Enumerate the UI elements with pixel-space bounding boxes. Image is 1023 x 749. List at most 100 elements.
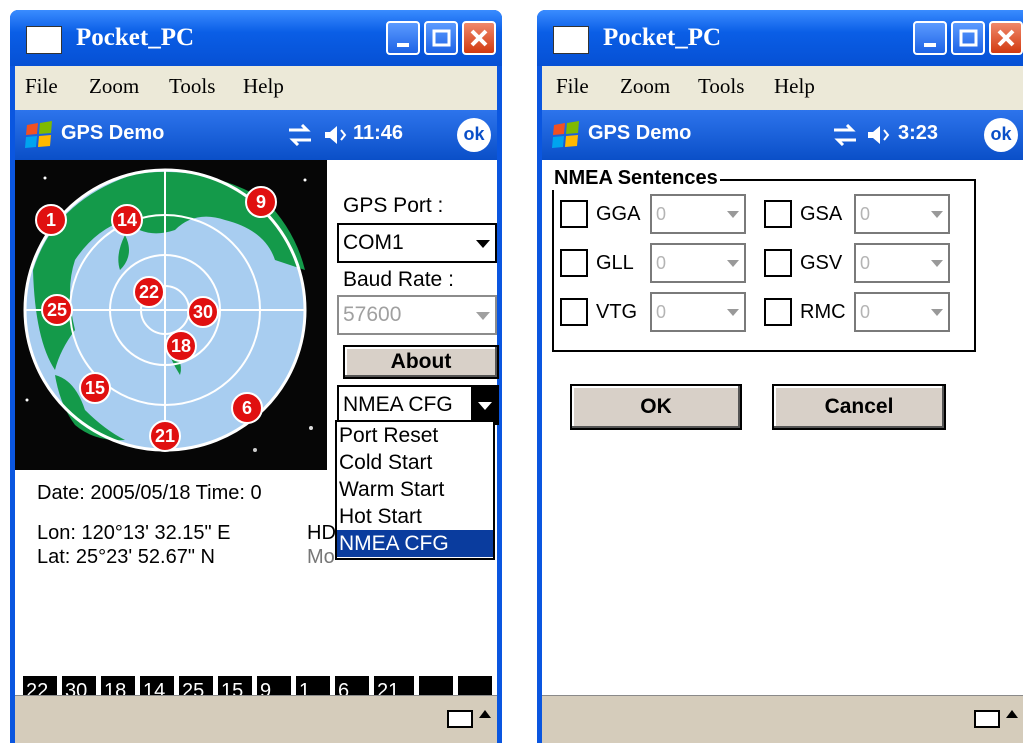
menu-bar: File Zoom Tools Help: [542, 66, 1023, 110]
satellite-marker: 6: [231, 392, 263, 424]
chevron-down-icon: [471, 387, 497, 423]
sentence-checkbox[interactable]: [560, 298, 588, 326]
menu-zoom[interactable]: Zoom: [89, 74, 139, 99]
dropdown-option[interactable]: Warm Start: [337, 476, 493, 503]
sentence-label: GSV: [800, 252, 843, 274]
sentence-checkbox[interactable]: [560, 200, 588, 228]
input-panel-arrow-icon[interactable]: [1006, 710, 1018, 718]
sentence-checkbox[interactable]: [560, 249, 588, 277]
satellite-marker: 1: [35, 204, 67, 236]
satellite-marker: 18: [165, 330, 197, 362]
sentence-rate-combo[interactable]: 0: [854, 243, 950, 283]
dropdown-option[interactable]: Cold Start: [337, 449, 493, 476]
sentence-rate-value: 0: [860, 253, 871, 273]
pocket-pc-window-left: Pocket_PC File Zoom Tools Help GPS Demo …: [10, 10, 502, 743]
sentence-rate-value: 0: [860, 302, 871, 322]
menu-file[interactable]: File: [25, 74, 58, 99]
sentence-checkbox[interactable]: [764, 200, 792, 228]
volume-icon[interactable]: [323, 124, 349, 146]
gps-port-value: COM1: [343, 231, 404, 254]
device-screen: GPS Demo 3:23 ok NMEA Sentences GGA 0 GSA 0…: [542, 110, 1023, 743]
windows-start-icon[interactable]: [23, 119, 55, 151]
sentence-rate-value: 0: [860, 204, 871, 224]
window-icon: [26, 26, 62, 54]
connectivity-icon[interactable]: [832, 124, 858, 146]
sentence-checkbox[interactable]: [764, 298, 792, 326]
window-title: Pocket_PC: [76, 24, 195, 51]
mode-readout: Mo: [307, 546, 335, 568]
sentence-rate-value: 0: [656, 302, 667, 322]
menu-tools[interactable]: Tools: [169, 74, 215, 99]
hdop-readout: HD: [307, 522, 336, 544]
connectivity-icon[interactable]: [287, 124, 313, 146]
maximize-button[interactable]: [951, 21, 985, 55]
windows-start-icon[interactable]: [550, 119, 582, 151]
ok-dialog-button[interactable]: OK: [570, 384, 742, 430]
maximize-button[interactable]: [424, 21, 458, 55]
command-combo[interactable]: NMEA CFG: [337, 385, 499, 425]
keyboard-icon[interactable]: [447, 710, 473, 728]
window-icon: [553, 26, 589, 54]
close-button[interactable]: [989, 21, 1023, 55]
sentence-rate-combo[interactable]: 0: [650, 292, 746, 332]
close-button[interactable]: [462, 21, 496, 55]
sentence-rate-combo[interactable]: 0: [650, 194, 746, 234]
chevron-down-icon: [722, 245, 744, 281]
clock[interactable]: 3:23: [898, 122, 938, 145]
menu-help[interactable]: Help: [774, 74, 815, 99]
command-dropdown-list: Port Reset Cold Start Warm Start Hot Start N…: [335, 420, 495, 560]
volume-icon[interactable]: [866, 124, 892, 146]
cancel-button[interactable]: Cancel: [772, 384, 946, 430]
satellite-marker: 22: [133, 276, 165, 308]
minimize-icon: [397, 43, 409, 47]
sentence-rate-value: 0: [656, 204, 667, 224]
minimize-button[interactable]: [913, 21, 947, 55]
menu-file[interactable]: File: [556, 74, 589, 99]
device-screen: GPS Demo 11:46 ok 1 14 9 22 25 30 18 15 …: [15, 110, 499, 743]
close-icon: [470, 29, 488, 47]
about-button[interactable]: About: [343, 345, 499, 379]
chevron-down-icon: [926, 294, 948, 330]
sentence-checkbox[interactable]: [764, 249, 792, 277]
baud-rate-value: 57600: [343, 303, 402, 326]
gps-port-label: GPS Port :: [343, 194, 444, 217]
group-title: NMEA Sentences: [552, 167, 720, 190]
chevron-down-icon: [722, 196, 744, 232]
window-title: Pocket_PC: [603, 24, 722, 51]
dropdown-option[interactable]: NMEA CFG: [337, 530, 493, 557]
satellite-marker: 14: [111, 204, 143, 236]
close-icon: [997, 29, 1015, 47]
longitude-readout: Lon: 120°13' 32.15" E: [37, 522, 231, 544]
gps-port-combo[interactable]: COM1: [337, 223, 497, 263]
menu-bar: File Zoom Tools Help: [15, 66, 497, 110]
menu-zoom[interactable]: Zoom: [620, 74, 670, 99]
input-panel-arrow-icon[interactable]: [479, 710, 491, 718]
dropdown-option[interactable]: Hot Start: [337, 503, 493, 530]
sentence-label: RMC: [800, 301, 846, 323]
ok-button[interactable]: ok: [984, 118, 1018, 152]
command-bar: [15, 695, 497, 743]
sentence-label: GSA: [800, 203, 843, 225]
command-combo-value: NMEA CFG: [343, 393, 453, 416]
chevron-down-icon: [722, 294, 744, 330]
sentence-rate-combo[interactable]: 0: [650, 243, 746, 283]
sentence-rate-combo[interactable]: 0: [854, 194, 950, 234]
minimize-button[interactable]: [386, 21, 420, 55]
keyboard-icon[interactable]: [974, 710, 1000, 728]
command-bar: [542, 695, 1023, 743]
menu-tools[interactable]: Tools: [698, 74, 744, 99]
chevron-down-icon: [469, 225, 495, 261]
chevron-down-icon: [469, 297, 495, 333]
satellite-sky-map: 1 14 9 22 25 30 18 15 6 21: [15, 160, 327, 470]
satellite-marker: 9: [245, 186, 277, 218]
menu-help[interactable]: Help: [243, 74, 284, 99]
baud-rate-combo[interactable]: 57600: [337, 295, 497, 335]
app-title: GPS Demo: [588, 122, 692, 144]
sentence-label: GGA: [596, 203, 641, 225]
dropdown-option[interactable]: Port Reset: [337, 422, 493, 449]
pocketpc-taskbar: GPS Demo 3:23 ok: [542, 110, 1023, 160]
maximize-icon: [959, 29, 978, 47]
sentence-rate-combo[interactable]: 0: [854, 292, 950, 332]
clock[interactable]: 11:46: [353, 122, 403, 145]
ok-button[interactable]: ok: [457, 118, 491, 152]
